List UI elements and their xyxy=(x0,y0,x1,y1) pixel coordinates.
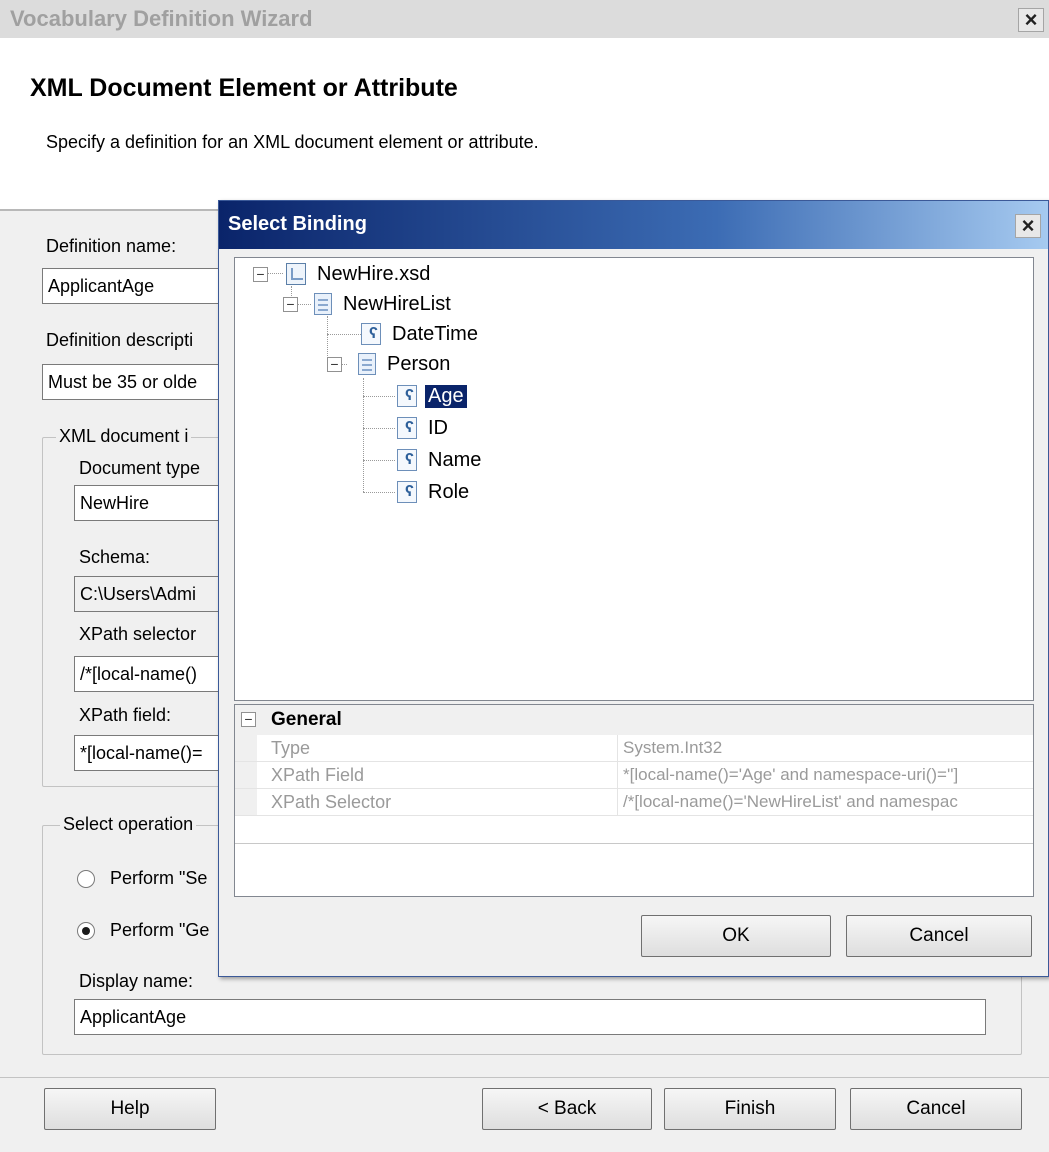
tree-node-label: NewHireList xyxy=(343,292,451,315)
definition-name-field[interactable]: ApplicantAge xyxy=(42,268,232,304)
select-operation-group-title: Select operation xyxy=(60,814,197,835)
finish-button[interactable]: Finish xyxy=(664,1088,836,1130)
xpath-selector-label: XPath selector xyxy=(79,624,197,644)
tree-node-label: Role xyxy=(428,480,470,503)
wizard-close-button[interactable]: × xyxy=(1018,8,1044,32)
property-row[interactable]: XPath Field *[local-name()='Age' and nam… xyxy=(235,762,1033,789)
definition-description-field[interactable]: Must be 35 or olde xyxy=(42,364,232,400)
select-binding-title-bar: Select Binding × xyxy=(219,201,1048,249)
footer-divider xyxy=(0,1077,1049,1078)
tree-node-newhirelist[interactable]: − NewHireList xyxy=(283,290,454,318)
binding-cancel-button[interactable]: Cancel xyxy=(846,915,1032,957)
definition-description-label: Definition descripti xyxy=(46,330,194,350)
property-gutter xyxy=(235,789,257,815)
xpath-field-label: XPath field: xyxy=(79,705,172,725)
select-binding-title: Select Binding xyxy=(228,213,367,235)
property-divider xyxy=(617,762,618,788)
field-element-icon: ʕ xyxy=(361,323,381,345)
definition-name-label: Definition name: xyxy=(46,236,177,256)
tree-connector xyxy=(363,492,395,493)
display-name-label: Display name: xyxy=(79,971,194,991)
tree-node-datetime[interactable]: ʕ DateTime xyxy=(361,320,481,348)
schema-label: Schema: xyxy=(79,547,151,567)
property-value: /*[local-name()='NewHireList' and namesp… xyxy=(623,792,958,811)
tree-node-label: DateTime xyxy=(392,322,478,345)
field-element-icon: ʕ xyxy=(397,417,417,439)
property-row[interactable]: Type System.Int32 xyxy=(235,735,1033,762)
collapse-icon[interactable]: − xyxy=(283,296,298,312)
tree-node-newhire-xsd[interactable]: − NewHire.xsd xyxy=(253,260,433,288)
schema-tree: − NewHire.xsd − NewHireList ʕ DateTime −… xyxy=(234,257,1034,701)
property-value: System.Int32 xyxy=(623,738,723,757)
radio-set-operation-label[interactable]: Perform "Se xyxy=(110,868,207,889)
tree-node-person[interactable]: − Person xyxy=(327,350,453,378)
xpath-field-field[interactable]: *[local-name()= xyxy=(74,735,234,771)
property-description-divider xyxy=(235,843,1033,844)
property-category-general[interactable]: − General xyxy=(235,705,1033,735)
property-name: Type xyxy=(271,738,311,758)
back-button[interactable]: < Back xyxy=(482,1088,652,1130)
tree-node-label: NewHire.xsd xyxy=(317,262,431,285)
schema-field: C:\Users\Admi xyxy=(74,576,234,612)
property-value: *[local-name()='Age' and namespace-uri()… xyxy=(623,765,959,784)
tree-connector xyxy=(327,334,361,335)
tree-node-label: Name xyxy=(428,448,482,471)
page-title: XML Document Element or Attribute xyxy=(30,74,458,102)
tree-node-name[interactable]: ʕ Name xyxy=(397,446,484,474)
tree-node-label: Person xyxy=(387,352,451,375)
property-name: XPath Field xyxy=(271,765,365,785)
close-icon: × xyxy=(1021,213,1035,238)
collapse-icon[interactable]: − xyxy=(253,266,268,282)
property-row[interactable]: XPath Selector /*[local-name()='NewHireL… xyxy=(235,789,1033,816)
field-element-icon: ʕ xyxy=(397,481,417,503)
wizard-title-bar: Vocabulary Definition Wizard × xyxy=(0,0,1049,38)
cancel-button[interactable]: Cancel xyxy=(850,1088,1022,1130)
xpath-selector-field[interactable]: /*[local-name() xyxy=(74,656,234,692)
record-icon xyxy=(314,293,332,315)
tree-connector xyxy=(363,396,395,397)
tree-node-id[interactable]: ʕ ID xyxy=(397,414,451,442)
radio-get-operation[interactable] xyxy=(77,922,95,940)
tree-node-age[interactable]: ʕ Age xyxy=(397,382,467,410)
property-gutter xyxy=(235,735,257,761)
tree-node-role[interactable]: ʕ Role xyxy=(397,478,472,506)
document-type-field[interactable]: NewHire xyxy=(74,485,234,521)
select-binding-close-button[interactable]: × xyxy=(1015,214,1041,238)
schema-icon xyxy=(286,263,306,285)
tree-connector xyxy=(363,460,395,461)
close-icon: × xyxy=(1024,7,1038,32)
help-button[interactable]: Help xyxy=(44,1088,216,1130)
radio-set-operation[interactable] xyxy=(77,870,95,888)
select-binding-dialog: Select Binding × − NewHire.xsd − NewHire… xyxy=(218,200,1049,977)
tree-connector xyxy=(363,428,395,429)
property-divider xyxy=(617,735,618,761)
document-type-label: Document type xyxy=(79,458,201,478)
property-gutter xyxy=(235,762,257,788)
radio-get-operation-label[interactable]: Perform "Ge xyxy=(110,920,209,941)
collapse-icon[interactable]: − xyxy=(241,712,256,727)
wizard-header xyxy=(0,38,1049,209)
property-grid: − General Type System.Int32 XPath Field … xyxy=(234,704,1034,897)
tree-node-label: ID xyxy=(428,416,448,439)
field-element-icon: ʕ xyxy=(397,385,417,407)
property-category-label: General xyxy=(271,709,342,730)
display-name-field[interactable]: ApplicantAge xyxy=(74,999,986,1035)
record-icon xyxy=(358,353,376,375)
property-name: XPath Selector xyxy=(271,792,392,812)
tree-node-label-selected: Age xyxy=(425,384,467,408)
page-subtitle: Specify a definition for an XML document… xyxy=(46,132,539,152)
xml-document-group-title: XML document i xyxy=(56,426,192,447)
property-divider xyxy=(617,789,618,815)
field-element-icon: ʕ xyxy=(397,449,417,471)
wizard-title: Vocabulary Definition Wizard xyxy=(10,6,313,31)
collapse-icon[interactable]: − xyxy=(327,356,342,372)
ok-button[interactable]: OK xyxy=(641,915,831,957)
